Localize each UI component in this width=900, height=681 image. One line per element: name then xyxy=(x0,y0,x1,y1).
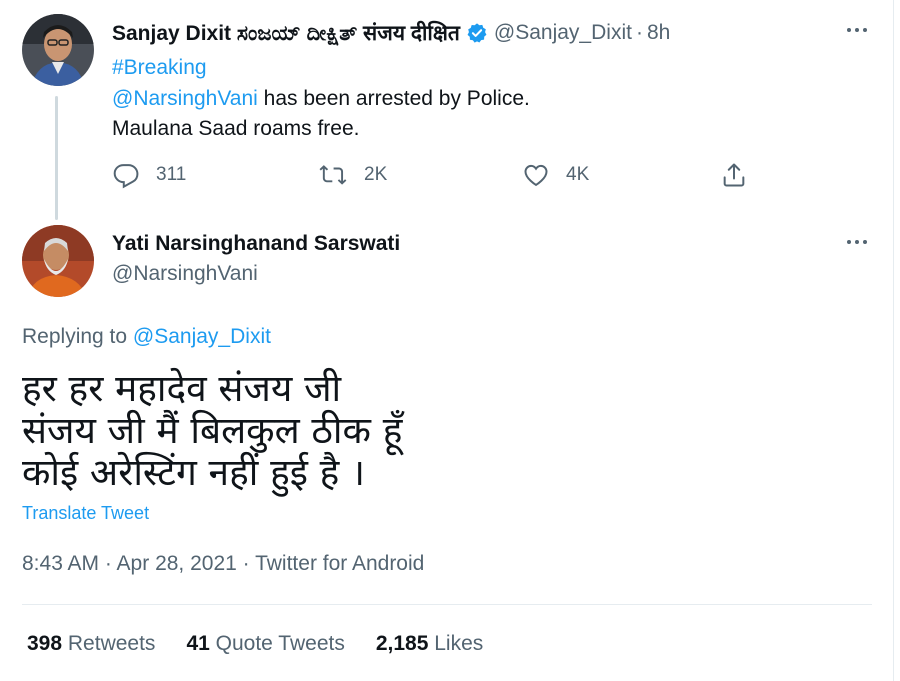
parent-author-handle[interactable]: @Sanjay_Dixit xyxy=(494,21,632,45)
parent-tweet-header: Sanjay Dixit ಸಂಜಯ್ ದೀಕ್ಷಿತ್ संजय दीक्षित… xyxy=(112,19,670,47)
tweet-text-line: कोई अरेस्टिंग नहीं हुई है । xyxy=(22,451,366,494)
engagement-stats: 398 Retweets 41 Quote Tweets 2,185 Likes xyxy=(27,632,514,656)
parent-author-avatar[interactable] xyxy=(22,14,94,86)
share-icon xyxy=(723,163,745,187)
parent-hashtag[interactable]: #Breaking xyxy=(112,53,207,83)
main-author-avatar[interactable] xyxy=(22,225,94,297)
tweet-text-line: हर हर महादेव संजय जी xyxy=(22,367,342,410)
divider xyxy=(22,604,872,605)
parent-author-name[interactable]: Sanjay Dixit ಸಂಜಯ್ ದೀಕ್ಷಿತ್ संजय दीक्षित xyxy=(112,19,460,47)
parent-tweet-time[interactable]: 8h xyxy=(647,21,670,45)
more-icon[interactable] xyxy=(845,230,869,260)
reply-count: 311 xyxy=(156,164,187,185)
verified-badge-icon xyxy=(466,22,488,44)
more-icon[interactable] xyxy=(845,18,869,48)
retweets-stat[interactable]: 398 Retweets xyxy=(27,632,155,656)
retweet-icon xyxy=(319,165,347,185)
parent-tweet-line1: @NarsinghVani has been arrested by Polic… xyxy=(112,87,530,110)
tweet-metadata[interactable]: 8:43 AM · Apr 28, 2021 · Twitter for And… xyxy=(22,552,424,576)
main-author-handle[interactable]: @NarsinghVani xyxy=(112,259,258,289)
like-button[interactable]: 4K xyxy=(522,161,589,189)
header-separator: · xyxy=(635,21,643,44)
retweet-button[interactable]: 2K xyxy=(318,161,387,189)
timeline-border xyxy=(893,0,894,681)
main-tweet-header: Yati Narsinghanand Sarswati xyxy=(112,232,400,256)
main-tweet-text: हर हर महादेव संजय जी संजय जी मैं बिलकुल … xyxy=(22,368,402,494)
thread-connector-line xyxy=(55,96,58,220)
reply-button[interactable]: 311 xyxy=(112,161,186,189)
quote-tweets-stat[interactable]: 41 Quote Tweets xyxy=(186,632,344,656)
reply-icon xyxy=(113,164,139,189)
parent-tweet-line2: Maulana Saad roams free. xyxy=(112,117,360,140)
retweet-count: 2K xyxy=(364,164,388,185)
like-count: 4K xyxy=(566,164,590,185)
main-author-name[interactable]: Yati Narsinghanand Sarswati xyxy=(112,232,400,256)
share-button[interactable] xyxy=(720,161,764,189)
parent-tweet-actions: 311 2K 4K xyxy=(112,158,752,194)
likes-stat[interactable]: 2,185 Likes xyxy=(376,632,483,656)
replying-to: Replying to @Sanjay_Dixit xyxy=(22,325,271,348)
mention-link[interactable]: @NarsinghVani xyxy=(112,87,258,110)
replying-to-handle[interactable]: @Sanjay_Dixit xyxy=(133,325,271,348)
tweet-text-line: संजय जी मैं बिलकुल ठीक हूँ xyxy=(22,409,403,452)
heart-icon xyxy=(524,164,548,187)
translate-tweet-link[interactable]: Translate Tweet xyxy=(22,503,149,524)
